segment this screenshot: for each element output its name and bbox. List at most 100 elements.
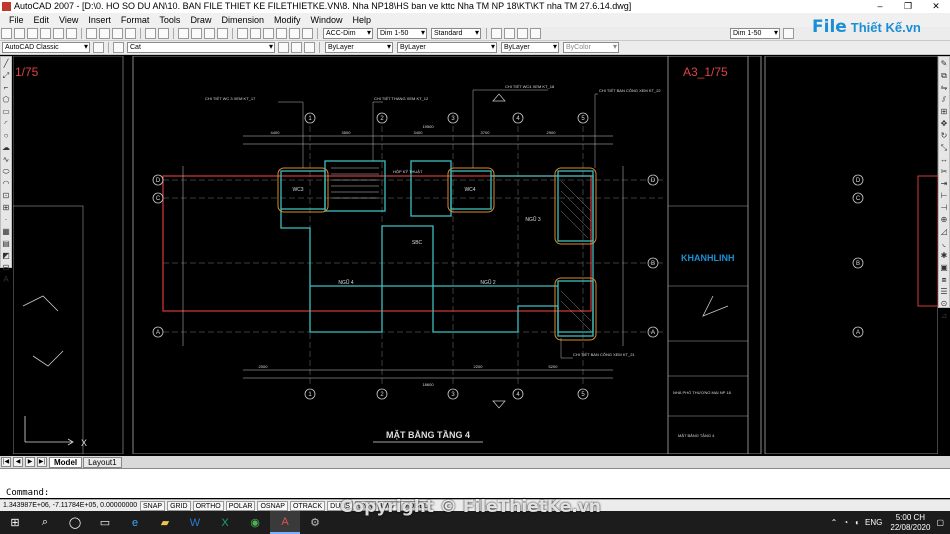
measure-icon[interactable]: ⊿ [939,311,949,321]
design-center-icon[interactable] [250,28,261,39]
ellipse-arc-icon[interactable]: ◠ [1,179,11,189]
tab-model[interactable]: Model [49,456,83,468]
word-icon[interactable]: W [180,511,210,534]
menu-edit[interactable]: Edit [29,13,55,27]
properties-palette-icon[interactable]: ☰ [939,287,949,297]
tab-next-icon[interactable]: ▶ [25,457,35,467]
minimize-button[interactable]: – [866,0,894,13]
rotate-icon[interactable]: ↻ [939,131,949,141]
status-grid[interactable]: GRID [167,500,191,511]
make-current-layer-icon[interactable] [278,42,289,53]
gradient-icon[interactable]: ▤ [1,239,11,249]
input-language[interactable]: ENG [865,518,882,527]
menu-file[interactable]: File [4,13,29,27]
stretch-icon[interactable]: ↔ [939,155,949,165]
trim-icon[interactable]: ✂ [939,167,949,177]
command-line[interactable]: Command: [0,468,950,498]
workspace-settings-icon[interactable] [93,42,104,53]
table-icon[interactable]: ⊟ [1,263,11,273]
zoom-realtime-icon[interactable] [191,28,202,39]
calculator-icon[interactable] [302,28,313,39]
layer-manager-icon[interactable] [113,42,124,53]
zoom-previous-icon[interactable] [217,28,228,39]
extend-icon[interactable]: ⇥ [939,179,949,189]
scale-icon[interactable]: ⤡ [939,143,949,153]
menu-window[interactable]: Window [306,13,348,27]
pan-icon[interactable] [178,28,189,39]
mirror-icon[interactable]: ⇋ [939,83,949,93]
ellipse-icon[interactable]: ⬭ [1,167,11,177]
line-tool-icon[interactable]: ╱ [1,59,11,69]
text-style-select[interactable]: ACC-Dim [323,28,373,39]
dim-style-select[interactable]: Dim 1-50 [377,28,427,39]
dim-update-icon[interactable] [783,28,794,39]
excel-icon[interactable]: X [210,511,240,534]
tray-chevron-icon[interactable]: ⌃ [831,518,838,527]
menu-insert[interactable]: Insert [83,13,116,27]
quick-select-icon[interactable]: ⊙ [939,299,949,309]
construction-line-icon[interactable]: ⤢ [1,71,11,81]
plotstyle-select[interactable]: ByColor [563,42,619,53]
revision-cloud-icon[interactable]: ☁ [1,143,11,153]
file-explorer-icon[interactable]: ▰ [150,511,180,534]
layer-isolate-icon[interactable]: ▣ [939,263,949,273]
paste-icon[interactable] [112,28,123,39]
status-ortho[interactable]: ORTHO [192,500,224,511]
polyline-icon[interactable]: ⌐ [1,83,11,93]
cut-icon[interactable] [86,28,97,39]
layer-select[interactable]: Cat [127,42,275,53]
insert-block-icon[interactable]: ⊡ [1,191,11,201]
tab-prev-icon[interactable]: ◀ [13,457,23,467]
point-icon[interactable]: · [1,215,11,225]
break-icon[interactable]: ⊣ [939,203,949,213]
rectangle-icon[interactable]: ▭ [1,107,11,117]
explode-icon[interactable]: ✱ [939,251,949,261]
table-style-select[interactable]: Standard [431,28,481,39]
color-select[interactable]: ByLayer [325,42,393,53]
arc-icon[interactable]: ◜ [1,119,11,129]
notification-icon[interactable]: ▢ [936,518,944,527]
polygon-icon[interactable]: ⬠ [1,95,11,105]
wifi-icon[interactable]: ◔ [843,518,848,527]
dim-linear-icon[interactable] [491,28,502,39]
menu-format[interactable]: Format [116,13,155,27]
match-properties-icon[interactable] [125,28,136,39]
join-icon[interactable]: ⊕ [939,215,949,225]
open-file-icon[interactable] [14,28,25,39]
menu-view[interactable]: View [54,13,83,27]
volume-icon[interactable]: ◖ [854,518,859,527]
properties-icon[interactable] [237,28,248,39]
autocad-app-icon[interactable] [2,2,11,11]
make-block-icon[interactable]: ⊞ [1,203,11,213]
chamfer-icon[interactable]: ◿ [939,227,949,237]
edge-browser-icon[interactable]: e [120,511,150,534]
lineweight-select[interactable]: ByLayer [501,42,559,53]
autocad-taskbar-icon[interactable]: A [270,511,300,534]
hatch-icon[interactable]: ▦ [1,227,11,237]
spline-icon[interactable]: ∿ [1,155,11,165]
tab-last-icon[interactable]: ▶| [37,457,47,467]
linetype-select[interactable]: ByLayer [397,42,497,53]
menu-draw[interactable]: Draw [185,13,216,27]
menu-help[interactable]: Help [348,13,377,27]
multitask-icon[interactable]: ▭ [90,511,120,534]
print-icon[interactable] [40,28,51,39]
search-icon[interactable]: ⌕ [30,511,60,534]
undo-icon[interactable] [145,28,156,39]
tab-layout1[interactable]: Layout1 [83,456,122,468]
tab-first-icon[interactable]: |◀ [1,457,11,467]
move-icon[interactable]: ✥ [939,119,949,129]
publish-icon[interactable] [66,28,77,39]
menu-tools[interactable]: Tools [154,13,185,27]
system-clock[interactable]: 5:00 CH 22/08/2020 [890,513,930,533]
array-icon[interactable]: ⊞ [939,107,949,117]
tool-palettes-icon[interactable] [263,28,274,39]
multiline-text-icon[interactable]: A [1,275,11,285]
status-snap[interactable]: SNAP [140,500,166,511]
zoom-window-icon[interactable] [204,28,215,39]
layer-previous-icon[interactable] [291,42,302,53]
restore-button[interactable]: ❐ [894,0,922,13]
circle-icon[interactable]: ○ [1,131,11,141]
redo-icon[interactable] [158,28,169,39]
network-app-icon[interactable]: ⚙ [300,511,330,534]
